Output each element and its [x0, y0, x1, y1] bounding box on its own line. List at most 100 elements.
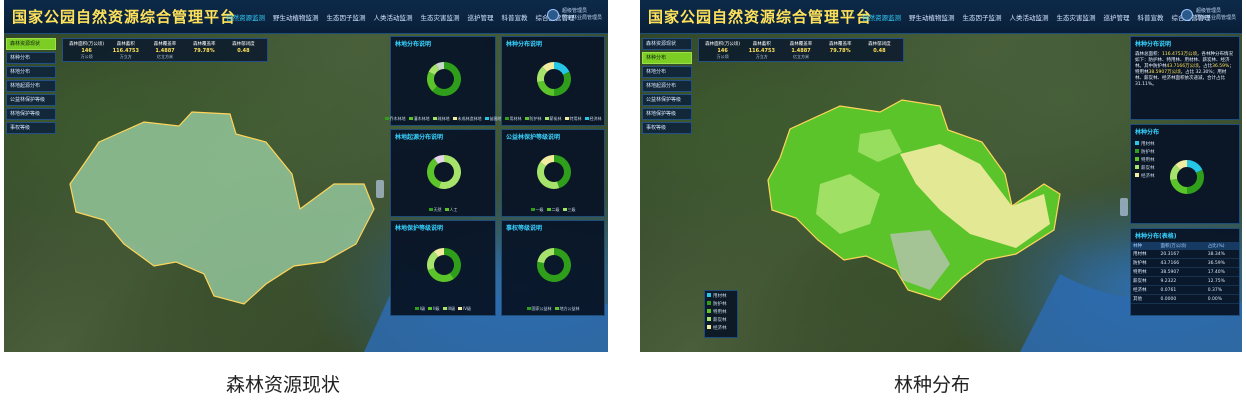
legend-swatch: [432, 117, 437, 120]
legend-label: 灌木林地: [413, 116, 430, 121]
donut-chart: [424, 59, 464, 103]
legend-item: 薪炭林: [707, 317, 735, 325]
menu-item[interactable]: 公益林保护等级: [6, 94, 56, 106]
table-row: 其他 0.0000 0.00%: [1131, 294, 1239, 304]
nav-item[interactable]: 野生动植物监测: [269, 12, 323, 22]
legend-item: 用材林: [1135, 141, 1155, 149]
collapse-handle[interactable]: [1120, 198, 1128, 216]
legend-item: III级: [442, 306, 455, 312]
table-row: 经济林 0.0761 0.37%: [1131, 285, 1239, 295]
legend-item: 特用林: [1135, 157, 1155, 165]
table-cell: 12.75%: [1205, 276, 1239, 286]
app-title: 国家公园自然资源综合管理平台: [12, 8, 237, 26]
stat-unit: 万公顷: [716, 54, 729, 59]
donut-chart: [424, 245, 464, 289]
legend-label: 地方公益林: [559, 306, 580, 311]
nav-item[interactable]: 自然资源监测: [222, 12, 269, 22]
donut-svg: [537, 62, 571, 96]
menu-item[interactable]: 公益林保护等级: [642, 94, 692, 106]
menu-item[interactable]: 森林资源现状: [642, 38, 692, 50]
legend-label: 乔木林地: [389, 116, 406, 121]
legend-swatch: [546, 208, 551, 211]
menu-item[interactable]: 林地保护等级: [642, 108, 692, 120]
menu-item[interactable]: 林地起源分布: [642, 80, 692, 92]
legend-label: 二级: [551, 207, 560, 212]
menu-item[interactable]: 林地起源分布: [6, 80, 56, 92]
menu-item[interactable]: 林地分布: [642, 66, 692, 78]
menu-item[interactable]: 森林资源现状: [6, 38, 56, 50]
nav-item[interactable]: 人类活动监测: [1006, 12, 1053, 22]
panel-title: 林地起源分布说明: [395, 134, 444, 141]
legend-label: 用材林: [509, 116, 522, 121]
menu-item[interactable]: 事权等级: [642, 122, 692, 134]
donut-slice: [554, 62, 570, 75]
panel-legend: 国家公益林 地方公益林: [505, 306, 601, 312]
panel-land-protection: 林地保护等级说明 I级 II级 III级 IV级: [390, 220, 496, 316]
table-cell: 用材林: [1131, 250, 1159, 259]
nav-item[interactable]: 生态灾害监测: [1053, 12, 1100, 22]
main-nav: 自然资源监测野生动植物监测生态因子监测人类活动监测生态灾害监测巡护管理科普宣教综…: [222, 12, 579, 22]
legend-item: II级: [428, 306, 440, 312]
stat-item: 森林覆盖率 1.4887 亿立方米: [145, 41, 184, 59]
user-role: 国家林业局管理员: [561, 15, 602, 21]
donut-chart: [1167, 157, 1207, 201]
nav-item[interactable]: 生态因子监测: [959, 12, 1006, 22]
nav-item[interactable]: 科普宣教: [1134, 12, 1168, 22]
table-cell: 0.0761: [1158, 285, 1206, 295]
legend-swatch: [428, 307, 433, 310]
nav-item[interactable]: 自然资源监测: [858, 12, 905, 22]
legend-item: 乔木林地: [384, 116, 406, 122]
top-bar: 国家公园自然资源综合管理平台 自然资源监测 野生动植物监测 生态因子监测 人类活动监测…: [640, 0, 1242, 34]
donut-slice: [427, 268, 454, 282]
nav-item[interactable]: 生态灾害监测: [417, 12, 464, 22]
caption-left: 森林资源现状: [226, 374, 341, 396]
legend-label: 用材林: [713, 294, 727, 299]
menu-item[interactable]: 林地分布: [6, 66, 56, 78]
stat-item: 森林覆盖率 79.78%: [821, 41, 860, 59]
stat-value: 0.48: [873, 48, 886, 54]
nav-item[interactable]: 巡护管理: [1100, 12, 1134, 22]
panel-public-forest: 公益林保护等级说明 一级 二级 三级: [501, 129, 605, 217]
stat-value: 79.78%: [193, 48, 215, 54]
nav-item[interactable]: 巡护管理: [464, 12, 498, 22]
donut-chart: [534, 152, 574, 196]
nav-item[interactable]: 生态因子监测: [323, 12, 370, 22]
user-info[interactable]: 超级管理员 国家林业局管理员: [546, 8, 602, 22]
legend-label: 一级: [535, 207, 544, 212]
stat-unit: 亿立方米: [157, 54, 173, 59]
legend-item: 一级: [530, 207, 544, 213]
user-info[interactable]: 超级管理员 国家林业局管理员: [1180, 8, 1236, 22]
app-title: 国家公园自然资源综合管理平台: [648, 8, 873, 26]
avatar[interactable]: [546, 9, 559, 21]
menu-item[interactable]: 林种分布: [6, 52, 56, 64]
map-legend: 用材林 防护林 特用林 薪炭林 经济林: [704, 290, 738, 338]
avatar[interactable]: [1180, 9, 1193, 21]
legend-swatch: [524, 117, 529, 120]
donut-chart: [534, 59, 574, 103]
legend-item: 二级: [546, 207, 560, 213]
collapse-handle[interactable]: [376, 180, 384, 198]
menu-item[interactable]: 林种分布: [642, 52, 692, 64]
stat-item: 森林蓄积 116.4753 万立方: [742, 41, 781, 59]
table-cell: 9.2322: [1158, 276, 1206, 286]
menu-item[interactable]: 林地保护等级: [6, 108, 56, 120]
legend-swatch: [707, 325, 711, 329]
stat-item: 森林蓄积 116.4753 万立方: [106, 41, 145, 59]
panel-legend: 用材林 防护林 薪炭林 特用林 经济林: [504, 116, 602, 122]
caption-right: 林种分布: [894, 374, 971, 396]
legend-swatch: [526, 307, 531, 310]
nav-item[interactable]: 野生动植物监测: [905, 12, 959, 22]
stat-unit: 万立方: [119, 54, 132, 59]
table-row: 薪炭林 9.2322 12.75%: [1131, 276, 1239, 286]
legend-swatch: [530, 208, 535, 211]
menu-item[interactable]: 事权等级: [6, 122, 56, 134]
nav-item[interactable]: 科普宣教: [498, 12, 532, 22]
legend-swatch: [504, 117, 509, 120]
stat-item: 森林覆盖率 1.4887 亿立方米: [781, 41, 820, 59]
user-name: 超级管理员: [1195, 8, 1221, 14]
legend-item: 用材林: [504, 116, 522, 122]
nav-item[interactable]: 人类活动监测: [370, 12, 417, 22]
legend-label: 苗圃地: [489, 116, 502, 121]
legend-label: 未成林造林地: [457, 116, 482, 121]
donut-slice: [537, 248, 554, 264]
